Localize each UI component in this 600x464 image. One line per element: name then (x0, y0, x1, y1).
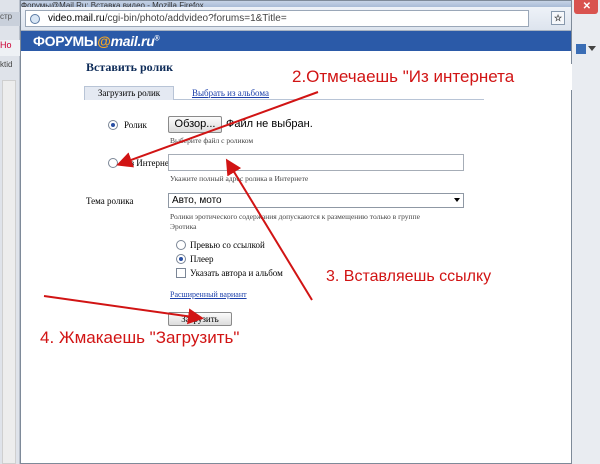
player-option-radio[interactable] (176, 254, 186, 264)
background-window-left: стр Но ktid (0, 0, 20, 464)
topic-select[interactable]: Авто, мото (168, 193, 464, 208)
author-checkbox[interactable] (176, 268, 186, 278)
tab-album[interactable]: Выбрать из альбома (192, 88, 269, 98)
background-tab[interactable]: ktid (0, 60, 20, 72)
browse-button[interactable]: Обзор... (168, 116, 222, 133)
topic-select-value: Авто, мото (172, 195, 222, 206)
chevron-down-icon (454, 198, 460, 202)
source-file-label: Ролик (124, 120, 147, 130)
url-text: video.mail.ru/cgi-bin/photo/addvideo?for… (48, 13, 287, 24)
url-field[interactable]: video.mail.ru/cgi-bin/photo/addvideo?for… (25, 10, 529, 27)
logo: ФОРУМЫ@mail.ru® (33, 33, 160, 49)
author-option-label: Указать автора и альбом (190, 268, 283, 278)
preview-option-label: Превью со ссылкой (190, 240, 265, 250)
preview-option-radio[interactable] (176, 240, 186, 250)
player-option-label: Плеер (190, 254, 214, 264)
submit-button[interactable]: Загрузить (168, 312, 232, 326)
video-url-input[interactable] (168, 154, 464, 171)
address-bar: video.mail.ru/cgi-bin/photo/addvideo?for… (21, 7, 571, 31)
chevron-down-icon[interactable] (588, 46, 596, 51)
source-file-radio[interactable] (108, 120, 118, 130)
no-file-text: Файл не выбран. (226, 118, 313, 130)
topic-hint-group: Эротика (170, 222, 197, 231)
brand-header: ФОРУМЫ@mail.ru® (21, 31, 571, 51)
extension-icon[interactable] (576, 44, 586, 54)
globe-icon (30, 14, 40, 24)
internet-hint: Укажите полный адрес ролика в Интернете (170, 174, 309, 183)
page-title: Вставить ролик (86, 60, 174, 74)
star-icon[interactable]: ☆ (551, 11, 565, 25)
close-icon: ✕ (582, 1, 591, 12)
file-hint: Выберите файл с роликом (170, 136, 254, 145)
advanced-link[interactable]: Расширенный вариант (170, 290, 247, 299)
source-internet-radio[interactable] (108, 158, 118, 168)
annotation-step4: 4. Жмакаешь "Загрузить" (40, 328, 240, 347)
tab-upload[interactable]: Загрузить ролик (84, 86, 174, 100)
background-tab[interactable]: Но (0, 40, 20, 56)
background-window-right: ✕ (572, 0, 600, 464)
background-panel (2, 80, 16, 464)
annotation-step2: 2.Отмечаешь "Из интернета (292, 67, 515, 86)
topic-label: Тема ролика (86, 196, 134, 206)
topic-hint: Ролики эротического содержания допускают… (170, 212, 420, 221)
annotation-step3: 3. Вставляешь ссылку (326, 268, 492, 285)
background-tab[interactable]: стр (0, 12, 20, 26)
